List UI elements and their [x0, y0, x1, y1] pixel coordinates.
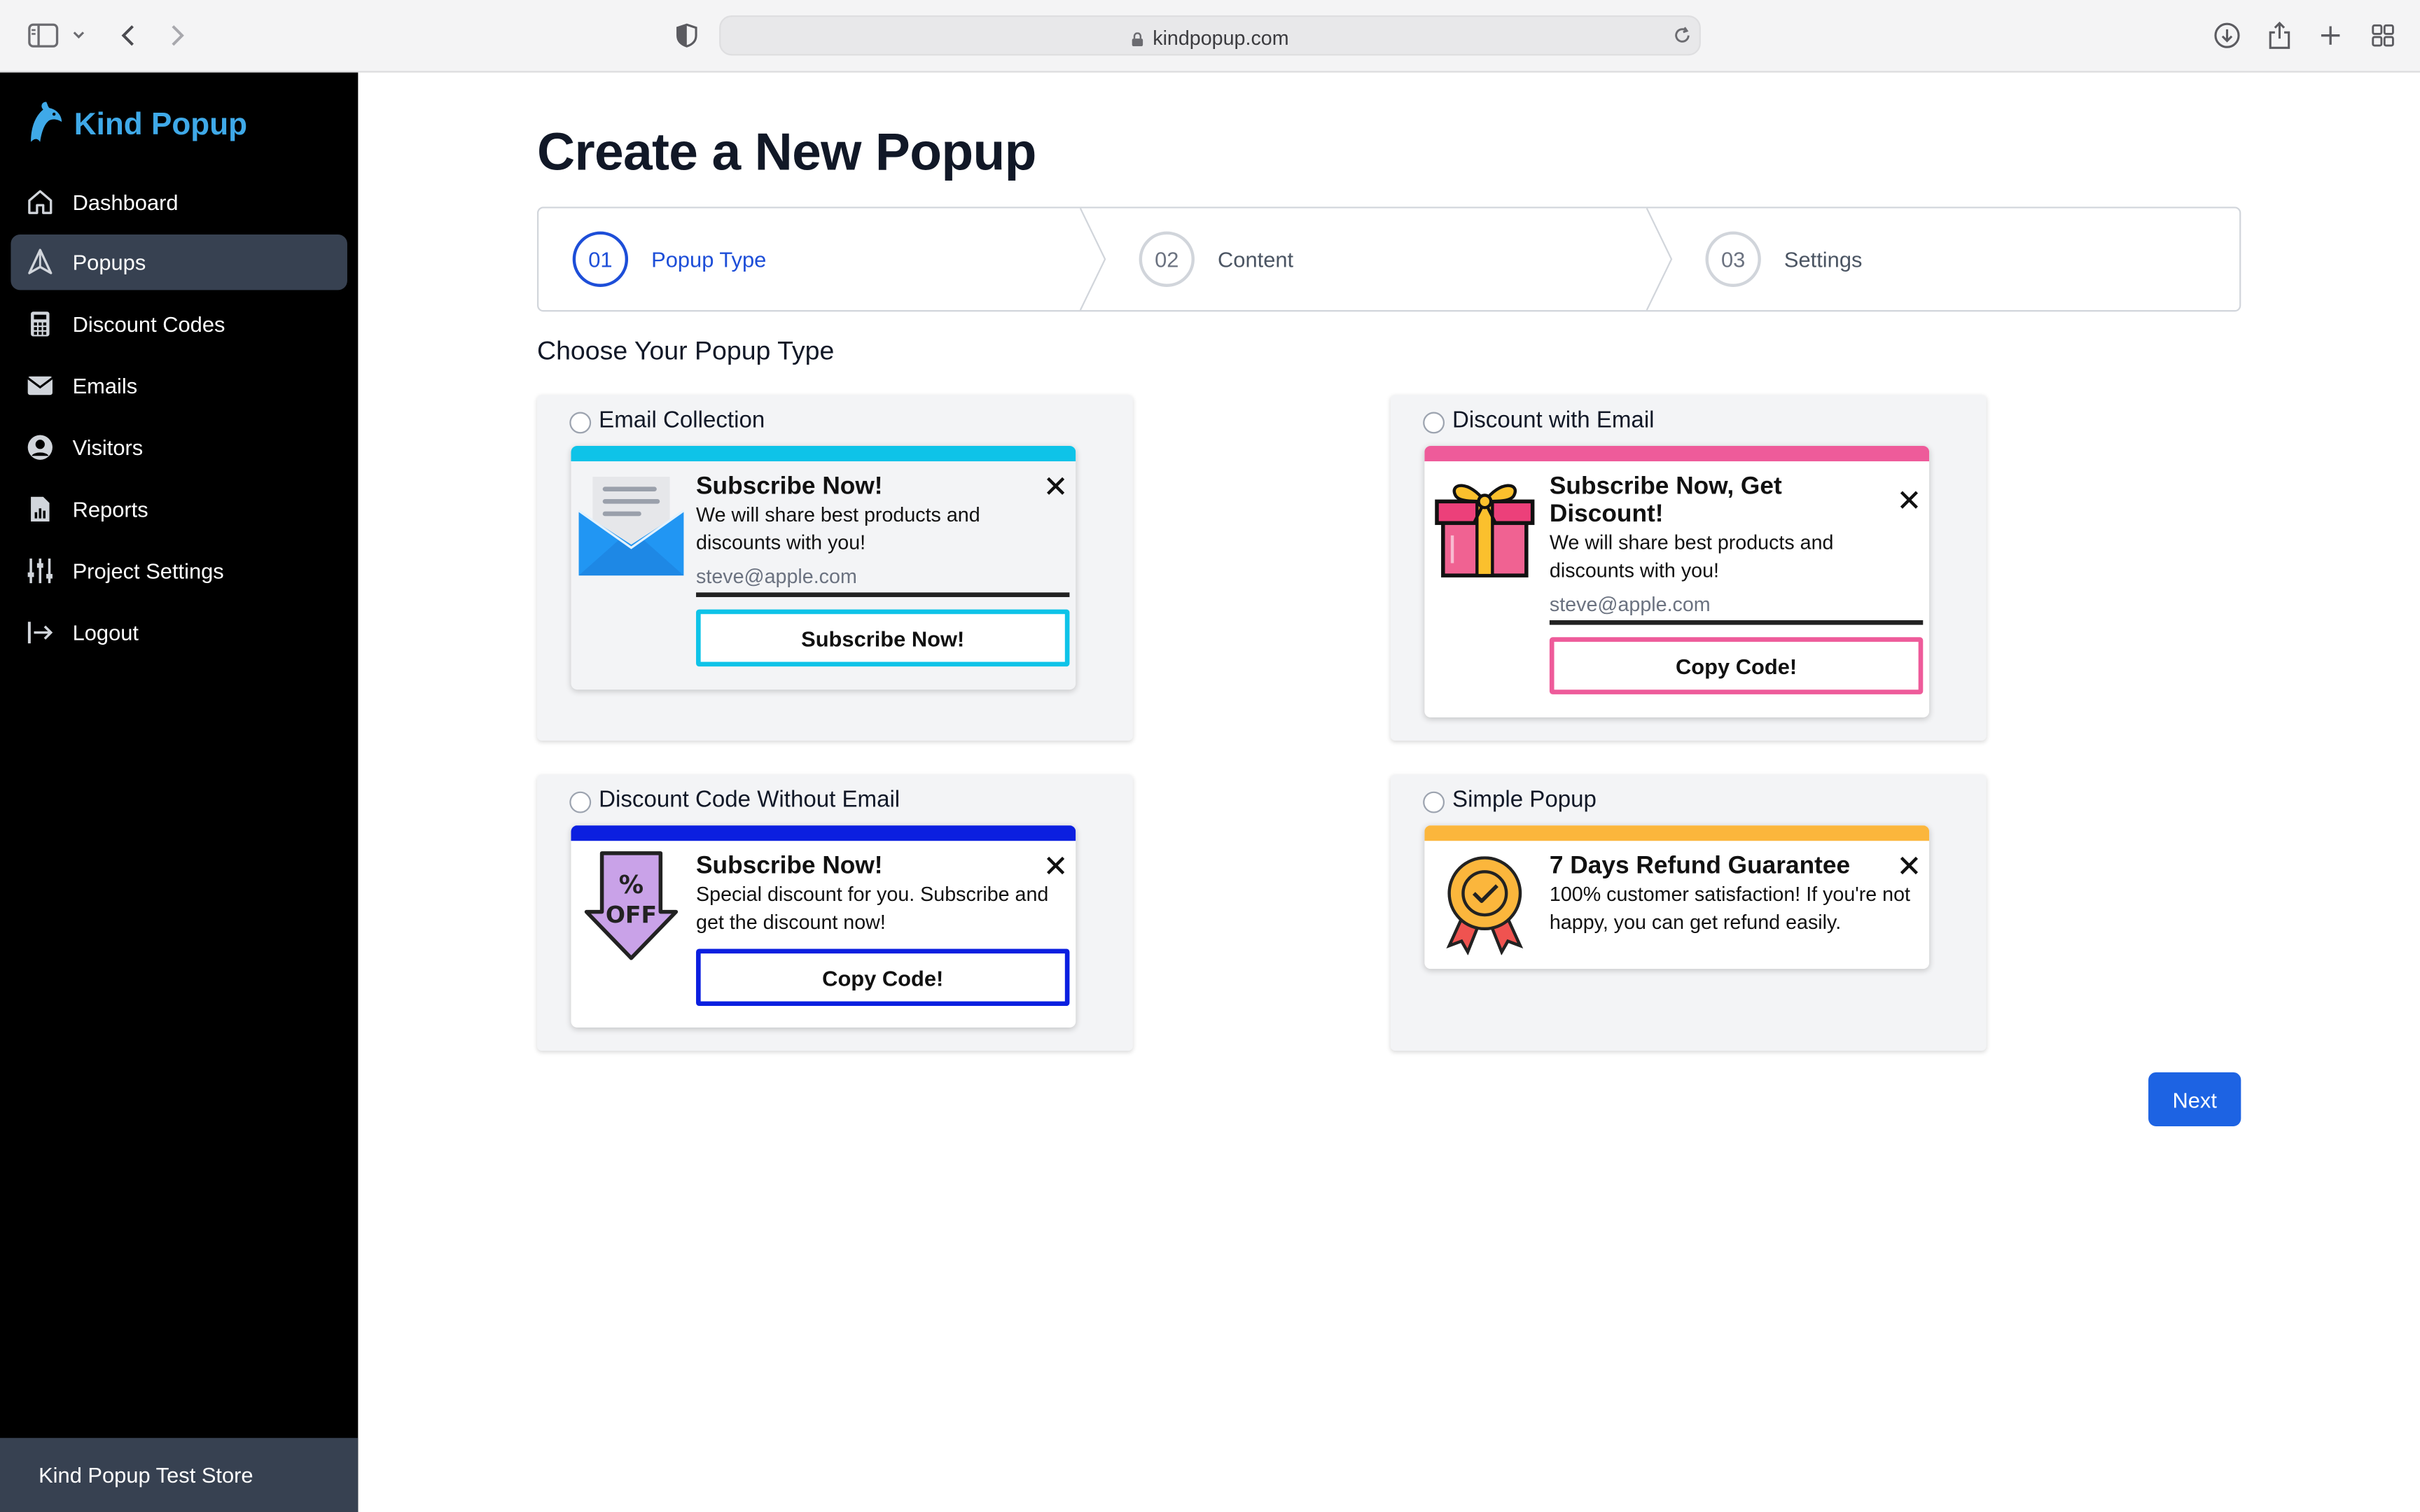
back-icon[interactable] [111, 18, 145, 52]
radio-email-collection[interactable] [569, 411, 592, 433]
popup-title: Subscribe Now! [696, 853, 883, 880]
step-divider [1646, 208, 1673, 311]
url-text: kindpopup.com [1153, 26, 1289, 50]
step-label: Settings [1783, 246, 1863, 272]
copy-code-button: Copy Code! [1549, 637, 1924, 694]
email-field: steve@apple.com [696, 565, 1070, 597]
tab-overview-icon[interactable] [2366, 18, 2400, 52]
home-icon [26, 188, 54, 216]
popup-type-card-discount-with-email[interactable]: Discount with Email Subscribe Now, Get D… [1390, 395, 1987, 741]
sidebar-item-logout[interactable]: Logout [11, 605, 347, 660]
sidebar-item-reports[interactable]: Reports [11, 482, 347, 537]
popup-text: We will share best products and discount… [1549, 531, 1834, 582]
radio-discount-code-without-email[interactable] [569, 790, 592, 813]
accent-bar [1424, 445, 1930, 462]
popup-title: 7 Days Refund Guarantee [1549, 853, 1851, 880]
percent-off-tag-icon: % OFF [577, 850, 685, 964]
step-popup-type[interactable]: 01 Popup Type [572, 209, 767, 310]
sidebar-item-label: Reports [72, 496, 148, 522]
popup-text: We will share best products and discount… [696, 503, 980, 554]
svg-text:%: % [619, 871, 644, 899]
popup-type-label: Discount with Email [1452, 407, 1655, 434]
gift-box-icon [1431, 474, 1538, 588]
step-settings[interactable]: 03 Settings [1705, 209, 1863, 310]
copy-code-button: Copy Code! [696, 948, 1070, 1007]
sidebar-item-label: Logout [72, 620, 139, 645]
user-circle-icon [26, 433, 54, 461]
sidebar-item-label: Dashboard [72, 190, 179, 215]
popup-type-card-simple-popup[interactable]: Simple Popup 7 Days Refund Guarantee 100… [1390, 774, 1987, 1051]
sidebar-item-label: Popups [72, 250, 146, 275]
reload-icon[interactable] [1671, 24, 1693, 54]
popup-text: 100% customer satisfaction! If you're no… [1549, 882, 1911, 934]
step-number: 02 [1139, 231, 1195, 287]
popup-preview: 7 Days Refund Guarantee 100% customer sa… [1424, 825, 1930, 969]
popup-text: Special discount for you. Subscribe and … [696, 882, 1049, 934]
step-number: 03 [1705, 231, 1761, 287]
send-icon [26, 248, 54, 276]
popup-type-card-email-collection[interactable]: Email Collection Subscribe Now! We will … [537, 395, 1133, 741]
email-field: steve@apple.com [1549, 592, 1924, 625]
page-title: Create a New Popup [537, 123, 1036, 183]
store-name[interactable]: Kind Popup Test Store [0, 1438, 359, 1512]
popup-type-card-discount-code-without-email[interactable]: Discount Code Without Email % OFF Subscri… [537, 774, 1133, 1051]
sidebar-item-label: Visitors [72, 435, 144, 460]
svg-text:OFF: OFF [606, 901, 657, 928]
sidebar-item-label: Discount Codes [72, 312, 225, 337]
accent-bar [571, 825, 1076, 841]
sliders-icon [26, 557, 54, 585]
accent-bar [1424, 825, 1930, 841]
sidebar-item-label: Project Settings [72, 558, 224, 584]
popup-title: Subscribe Now! [696, 473, 883, 500]
forward-icon[interactable] [160, 18, 194, 52]
sidebar-item-dashboard[interactable]: Dashboard [11, 174, 347, 230]
accent-bar [571, 445, 1076, 462]
sidebar-item-project-settings[interactable]: Project Settings [11, 543, 347, 598]
browser-toolbar: kindpopup.com [0, 0, 2420, 73]
share-icon[interactable] [2262, 18, 2296, 52]
section-title: Choose Your Popup Type [537, 336, 835, 366]
sidebar: Kind Popup Dashboard Popups Discount Cod… [0, 72, 359, 1512]
sidebar-item-visitors[interactable]: Visitors [11, 420, 347, 475]
calculator-icon [26, 310, 54, 338]
sidebar-item-emails[interactable]: Emails [11, 358, 347, 413]
step-content[interactable]: 02 Content [1139, 209, 1294, 310]
subscribe-button: Subscribe Now! [696, 609, 1070, 667]
step-label: Popup Type [651, 246, 767, 272]
popup-preview: % OFF Subscribe Now! Special discount for… [571, 825, 1076, 1028]
radio-simple-popup[interactable] [1423, 790, 1445, 813]
brand[interactable]: Kind Popup [25, 100, 247, 150]
report-icon [26, 496, 54, 524]
envelope-illustration-icon [577, 474, 685, 588]
popup-type-label: Simple Popup [1452, 787, 1597, 813]
logout-icon [26, 619, 54, 647]
badge-award-icon [1431, 856, 1538, 969]
new-tab-icon[interactable] [2314, 18, 2347, 52]
sidebar-toggle-icon[interactable] [26, 18, 60, 52]
privacy-shield-icon[interactable] [670, 18, 704, 52]
download-icon[interactable] [2210, 18, 2244, 52]
popup-title: Subscribe Now, Get Discount! [1549, 473, 1782, 528]
brand-name: Kind Popup [74, 107, 248, 141]
radio-discount-with-email[interactable] [1423, 411, 1445, 433]
envelope-icon [26, 372, 54, 400]
step-number: 01 [572, 231, 629, 287]
lock-icon [1131, 28, 1143, 47]
popup-type-label: Discount Code Without Email [599, 787, 900, 813]
step-label: Content [1218, 246, 1294, 272]
popup-preview: Subscribe Now! We will share best produc… [571, 445, 1076, 690]
address-bar[interactable]: kindpopup.com [719, 15, 1701, 56]
sidebar-item-label: Emails [72, 373, 138, 398]
next-button[interactable]: Next [2148, 1072, 2241, 1126]
stepper: 01 Popup Type 02 Content 03 Settings [537, 206, 2241, 312]
popup-preview: Subscribe Now, Get Discount! We will sha… [1424, 445, 1930, 718]
popup-type-label: Email Collection [599, 407, 765, 434]
dolphin-logo-icon [25, 98, 64, 152]
sidebar-item-discount-codes[interactable]: Discount Codes [11, 296, 347, 351]
step-divider [1079, 208, 1106, 311]
chevron-down-icon[interactable] [62, 18, 95, 52]
sidebar-item-popups[interactable]: Popups [11, 234, 347, 290]
